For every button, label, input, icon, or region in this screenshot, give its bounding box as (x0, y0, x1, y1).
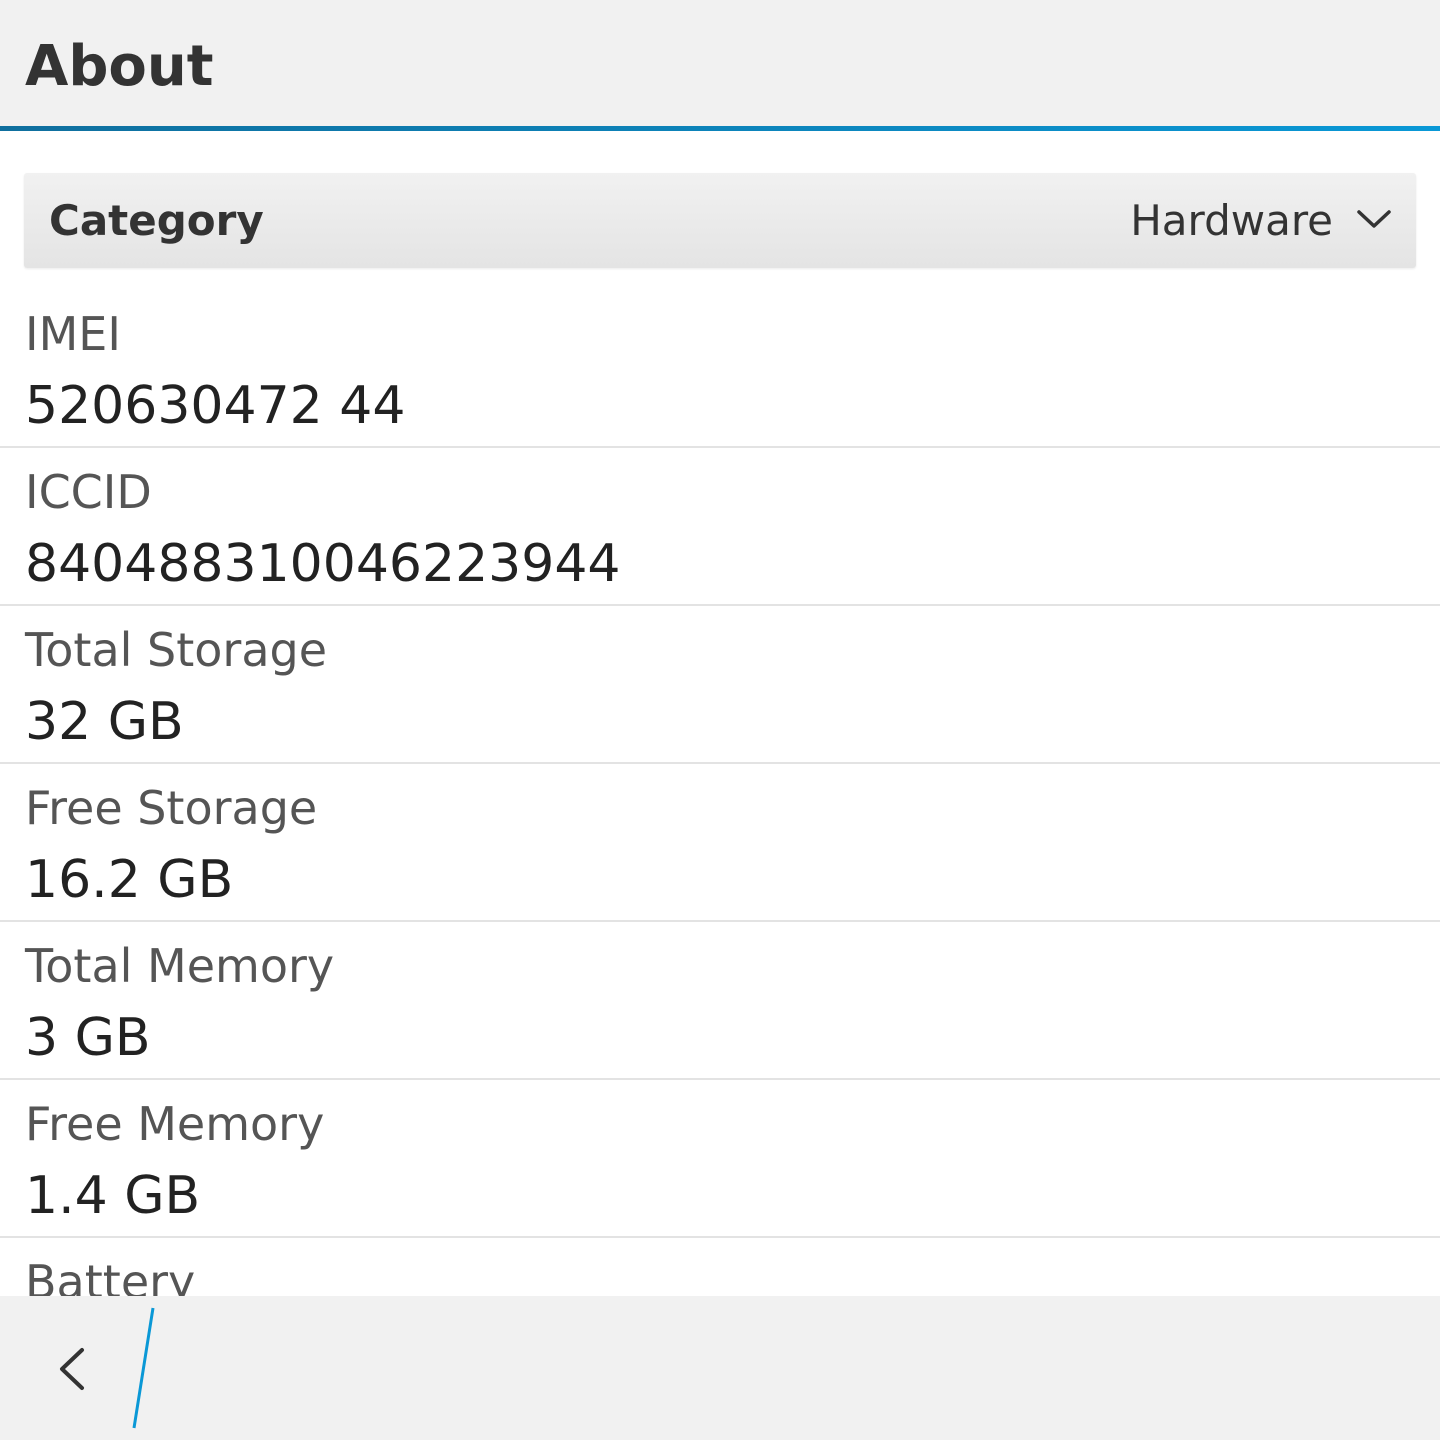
chevron-left-icon (60, 1348, 84, 1390)
list-item-value: 840488310046223944 (25, 534, 621, 594)
category-label: Category (49, 196, 264, 245)
list-item-label: Total Memory (25, 939, 335, 993)
list-item-label: Total Storage (25, 623, 328, 677)
list-item-value: 1.4 GB (25, 1166, 201, 1226)
list-item-label: Free Storage (25, 781, 318, 835)
title-bar: About (0, 0, 1440, 126)
list-item-value: 520630472 44 (25, 376, 406, 436)
chevron-down-icon (1357, 210, 1391, 228)
list-item-label: ICCID (25, 465, 152, 519)
list-item-label: IMEI (25, 307, 121, 361)
category-selected-value: Hardware (1130, 196, 1333, 245)
back-button[interactable] (30, 1316, 114, 1420)
about-info-list: IMEI 520630472 44 ICCID 8404883100462239… (0, 290, 1440, 1396)
title-bar-accent-rule (0, 126, 1440, 131)
action-bar (0, 1296, 1440, 1440)
category-dropdown[interactable]: Category Hardware (24, 173, 1416, 268)
list-item-iccid: ICCID 840488310046223944 (0, 448, 1440, 606)
list-item-value: 3 GB (25, 1008, 151, 1068)
page-title: About (25, 34, 214, 99)
list-item-imei: IMEI 520630472 44 (0, 290, 1440, 448)
action-bar-separator (132, 1307, 155, 1429)
list-item-total-storage: Total Storage 32 GB (0, 606, 1440, 764)
list-item-label: Free Memory (25, 1097, 325, 1151)
list-item-value: 16.2 GB (25, 850, 234, 910)
list-item-free-storage: Free Storage 16.2 GB (0, 764, 1440, 922)
list-item-value: 32 GB (25, 692, 184, 752)
list-item-total-memory: Total Memory 3 GB (0, 922, 1440, 1080)
list-item-free-memory: Free Memory 1.4 GB (0, 1080, 1440, 1238)
